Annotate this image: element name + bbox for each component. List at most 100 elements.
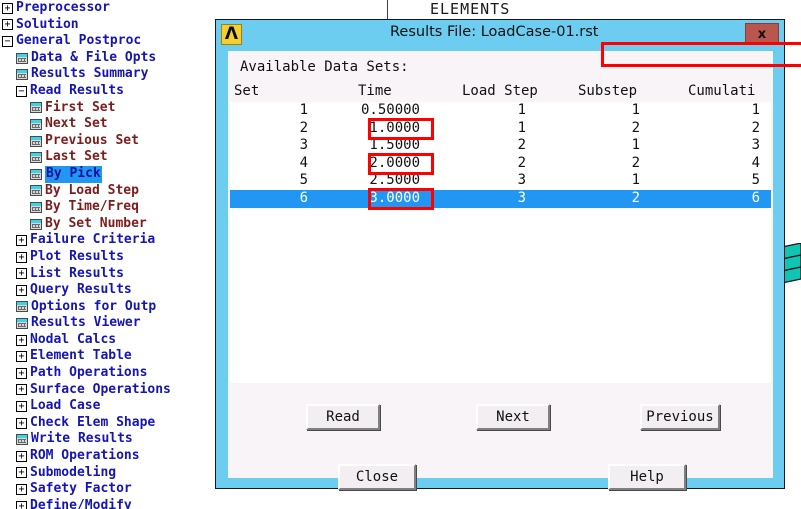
tree-item-check-elem-shape[interactable]: + Check Elem Shape: [0, 415, 215, 432]
ansys-logo-glyph: Λ: [224, 24, 239, 44]
cell-cumulative: 1: [751, 102, 760, 118]
expand-icon[interactable]: +: [16, 467, 27, 479]
tree-item-first-set[interactable]: First Set: [0, 100, 215, 117]
tree-item-last-set[interactable]: Last Set: [0, 149, 215, 166]
expand-icon[interactable]: +: [16, 484, 27, 496]
collapse-icon[interactable]: −: [2, 35, 13, 47]
tree-item-label: Results Viewer: [31, 315, 141, 331]
tree-item-by-set-number[interactable]: By Set Number: [0, 216, 215, 233]
menu-item-icon: [30, 152, 42, 164]
table-row[interactable]: 4 2.0000 2 2 4: [230, 155, 771, 173]
help-button[interactable]: Help: [608, 464, 686, 490]
tree-item-failure-criteria[interactable]: + Failure Criteria: [0, 232, 215, 249]
tree-item-label: Results Summary: [31, 66, 149, 82]
expand-icon[interactable]: +: [2, 2, 13, 14]
tree-item-by-load-step[interactable]: By Load Step: [0, 183, 215, 200]
expand-icon[interactable]: +: [16, 351, 27, 363]
tree-item-label: Surface Operations: [30, 381, 171, 397]
tree-item-define-modify[interactable]: + Define/Modify: [0, 498, 215, 509]
tree-item-results-summary[interactable]: Results Summary: [0, 66, 215, 83]
tree-item-label: Submodeling: [30, 464, 117, 480]
tree-item-preprocessor[interactable]: + Preprocessor: [0, 0, 215, 17]
table-row[interactable]: 3 1.5000 2 1 3: [230, 137, 771, 155]
results-file-dialog: Λ Results File: LoadCase-01.rst x Availa…: [215, 19, 801, 490]
tree-item-data-file-opts[interactable]: Data & File Opts: [0, 50, 215, 67]
tree-item-rom-operations[interactable]: + ROM Operations: [0, 448, 215, 465]
expand-icon[interactable]: +: [16, 401, 27, 413]
menu-item-icon: [30, 218, 42, 230]
cell-cumulative: 3: [751, 137, 760, 154]
tree-item-by-pick[interactable]: By Pick: [0, 165, 215, 183]
menu-item-icon: [30, 102, 42, 114]
cell-set: 2: [299, 119, 308, 136]
read-button[interactable]: Read: [306, 404, 380, 430]
cell-substep: 1: [631, 172, 640, 189]
collapse-icon[interactable]: −: [16, 85, 27, 97]
tree-item-read-results[interactable]: − Read Results: [0, 83, 215, 100]
expand-icon[interactable]: +: [2, 19, 13, 31]
menu-item-icon: [16, 434, 28, 446]
expand-icon[interactable]: +: [16, 384, 27, 396]
expand-icon[interactable]: +: [16, 268, 27, 280]
expand-icon[interactable]: +: [16, 500, 27, 509]
tree-item-label: Define/Modify: [30, 497, 132, 509]
previous-button[interactable]: Previous: [640, 404, 720, 430]
cell-substep: 1: [631, 137, 640, 154]
expand-icon[interactable]: +: [16, 334, 27, 346]
expand-icon[interactable]: +: [16, 284, 27, 296]
expand-icon[interactable]: +: [16, 251, 27, 263]
menu-item-icon: [16, 318, 28, 330]
tree-item-surface-operations[interactable]: + Surface Operations: [0, 382, 215, 399]
cell-cumulative: 2: [751, 119, 760, 136]
cell-cumulative: 4: [751, 154, 760, 171]
tree-item-previous-set[interactable]: Previous Set: [0, 133, 215, 150]
tree-item-solution[interactable]: + Solution: [0, 17, 215, 34]
tree-item-by-time-freq[interactable]: By Time/Freq: [0, 199, 215, 216]
close-icon[interactable]: x: [745, 23, 779, 45]
table-row[interactable]: 2 1.0000 1 2 2: [230, 120, 771, 138]
tree-item-write-results[interactable]: Write Results: [0, 431, 215, 448]
tree-item-query-results[interactable]: + Query Results: [0, 282, 215, 299]
next-button[interactable]: Next: [476, 404, 550, 430]
data-sets-listbox[interactable]: 1 0.50000 1 1 1 2 1.0000 1 2 2 3 1.5000 2 1 3 4 2.0000 2 2…: [230, 102, 771, 383]
column-header-time: Time: [358, 83, 392, 99]
cell-substep: 1: [631, 102, 640, 118]
cell-substep: 2: [631, 154, 640, 171]
expand-icon[interactable]: +: [16, 235, 27, 247]
tree-item-safety-factor[interactable]: + Safety Factor: [0, 481, 215, 498]
expand-icon[interactable]: +: [16, 367, 27, 379]
expand-icon[interactable]: +: [16, 417, 27, 429]
cell-load-step: 1: [517, 102, 526, 118]
tree-item-label: ROM Operations: [30, 448, 140, 464]
tree-item-label: Load Case: [30, 398, 101, 414]
tree-item-list-results[interactable]: + List Results: [0, 266, 215, 283]
tree-item-label: Plot Results: [30, 248, 124, 264]
tree-item-load-case[interactable]: + Load Case: [0, 398, 215, 415]
cell-set: 6: [299, 189, 308, 206]
cell-set: 3: [299, 137, 308, 154]
table-row[interactable]: 1 0.50000 1 1 1: [230, 102, 771, 120]
tree-item-options-for-outp[interactable]: Options for Outp: [0, 299, 215, 316]
menu-item-icon: [30, 168, 42, 180]
cell-load-step: 2: [517, 137, 526, 154]
tree-item-general-postproc[interactable]: − General Postproc: [0, 33, 215, 50]
tree-item-label: Preprocessor: [16, 0, 110, 15]
tree-item-element-table[interactable]: + Element Table: [0, 348, 215, 365]
tree-item-results-viewer[interactable]: Results Viewer: [0, 315, 215, 332]
table-row[interactable]: 5 2.5000 3 1 5: [230, 172, 771, 190]
expand-icon[interactable]: +: [16, 450, 27, 462]
table-row[interactable]: 6 3.0000 3 2 6: [230, 189, 771, 208]
tree-item-nodal-calcs[interactable]: + Nodal Calcs: [0, 332, 215, 349]
cell-time: 2.5000: [369, 172, 420, 189]
dialog-titlebar: Λ Results File: LoadCase-01.rst x: [216, 20, 784, 49]
tree-item-path-operations[interactable]: + Path Operations: [0, 365, 215, 382]
main-menu-tree[interactable]: + Preprocessor + Solution − General Postproc D…: [0, 0, 215, 509]
tree-item-label: Query Results: [30, 282, 132, 298]
tree-item-next-set[interactable]: Next Set: [0, 116, 215, 133]
tree-item-submodeling[interactable]: + Submodeling: [0, 465, 215, 482]
cell-time: 3.0000: [369, 189, 420, 206]
close-button[interactable]: Close: [338, 464, 416, 490]
tree-item-plot-results[interactable]: + Plot Results: [0, 249, 215, 266]
tree-item-label: General Postproc: [16, 33, 142, 49]
tree-item-label: By Pick: [45, 165, 102, 183]
